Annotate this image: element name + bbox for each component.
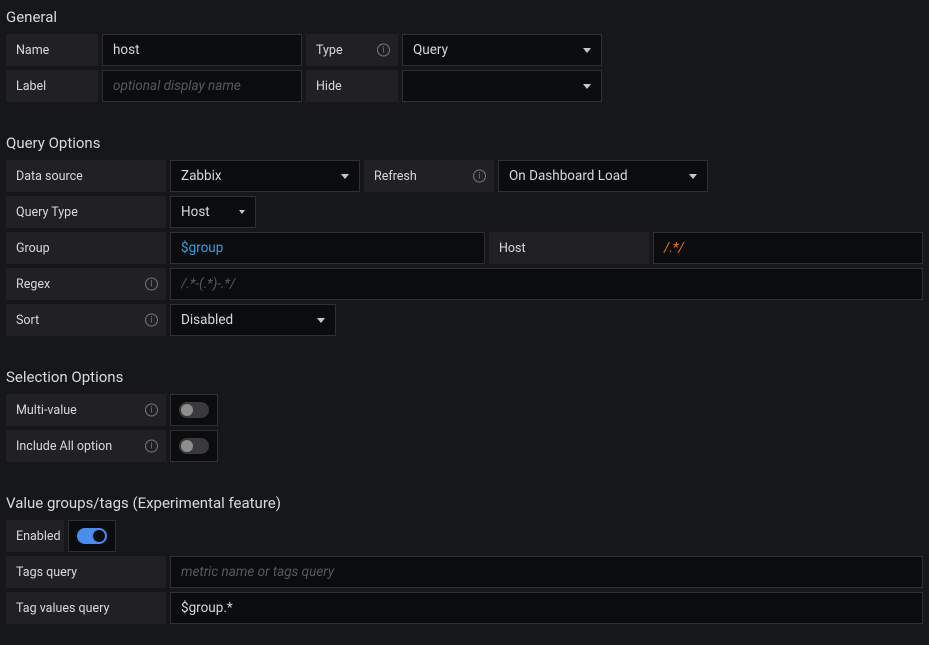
sort-value: Disabled	[181, 312, 233, 328]
group-value: $group	[181, 240, 223, 256]
label-type: Type i	[306, 34, 398, 66]
includeall-toggle-wrap	[170, 430, 218, 462]
enabled-toggle[interactable]	[77, 528, 107, 544]
label-hide: Hide	[306, 70, 398, 102]
label-sort: Sort i	[6, 304, 166, 336]
querytype-value: Host	[181, 204, 210, 220]
type-value: Query	[413, 42, 448, 58]
label-tagvalues: Tag values query	[6, 592, 166, 624]
info-icon[interactable]: i	[145, 278, 158, 291]
caret-down-icon	[317, 318, 325, 323]
refresh-value: On Dashboard Load	[509, 168, 628, 184]
tagvalues-input[interactable]	[170, 592, 923, 624]
label-datasource: Data source	[6, 160, 166, 192]
label-multivalue-text: Multi-value	[16, 403, 77, 418]
label-host: Host	[489, 232, 649, 264]
tagsquery-input[interactable]	[170, 556, 923, 588]
host-value: /.*/	[664, 240, 684, 256]
label-name: Name	[6, 34, 98, 66]
refresh-select[interactable]: On Dashboard Load	[498, 160, 708, 192]
label-enabled: Enabled	[6, 520, 64, 552]
hide-select[interactable]	[402, 70, 602, 102]
type-select[interactable]: Query	[402, 34, 602, 66]
label-tagsquery: Tags query	[6, 556, 166, 588]
host-input[interactable]: /.*/	[653, 232, 923, 264]
multivalue-toggle[interactable]	[179, 402, 209, 418]
caret-down-icon	[689, 174, 697, 179]
querytype-select[interactable]: Host	[170, 196, 256, 228]
label-querytype: Query Type	[6, 196, 166, 228]
label-group: Group	[6, 232, 166, 264]
info-icon[interactable]: i	[473, 170, 486, 183]
includeall-toggle[interactable]	[179, 438, 209, 454]
section-title-general: General	[6, 8, 923, 26]
label-label: Label	[6, 70, 98, 102]
datasource-value: Zabbix	[181, 168, 222, 184]
label-refresh-text: Refresh	[374, 169, 417, 184]
caret-down-icon	[239, 210, 245, 214]
sort-select[interactable]: Disabled	[170, 304, 336, 336]
section-title-value-groups: Value groups/tags (Experimental feature)	[6, 494, 923, 512]
info-icon[interactable]: i	[145, 404, 158, 417]
label-multivalue: Multi-value i	[6, 394, 166, 426]
info-icon[interactable]: i	[377, 44, 390, 57]
label-regex-text: Regex	[16, 277, 50, 292]
label-sort-text: Sort	[16, 313, 39, 328]
name-input[interactable]	[102, 34, 302, 66]
info-icon[interactable]: i	[145, 440, 158, 453]
section-title-selection-options: Selection Options	[6, 368, 923, 386]
label-regex: Regex i	[6, 268, 166, 300]
label-refresh: Refresh i	[364, 160, 494, 192]
datasource-select[interactable]: Zabbix	[170, 160, 360, 192]
label-input[interactable]	[102, 70, 302, 102]
caret-down-icon	[583, 84, 591, 89]
label-includeall-text: Include All option	[16, 439, 112, 454]
group-input[interactable]: $group	[170, 232, 485, 264]
enabled-toggle-wrap	[68, 520, 116, 552]
section-title-query-options: Query Options	[6, 134, 923, 152]
caret-down-icon	[583, 48, 591, 53]
label-includeall: Include All option i	[6, 430, 166, 462]
multivalue-toggle-wrap	[170, 394, 218, 426]
label-type-text: Type	[316, 43, 343, 58]
info-icon[interactable]: i	[145, 314, 158, 327]
regex-input[interactable]	[170, 268, 923, 300]
caret-down-icon	[341, 174, 349, 179]
